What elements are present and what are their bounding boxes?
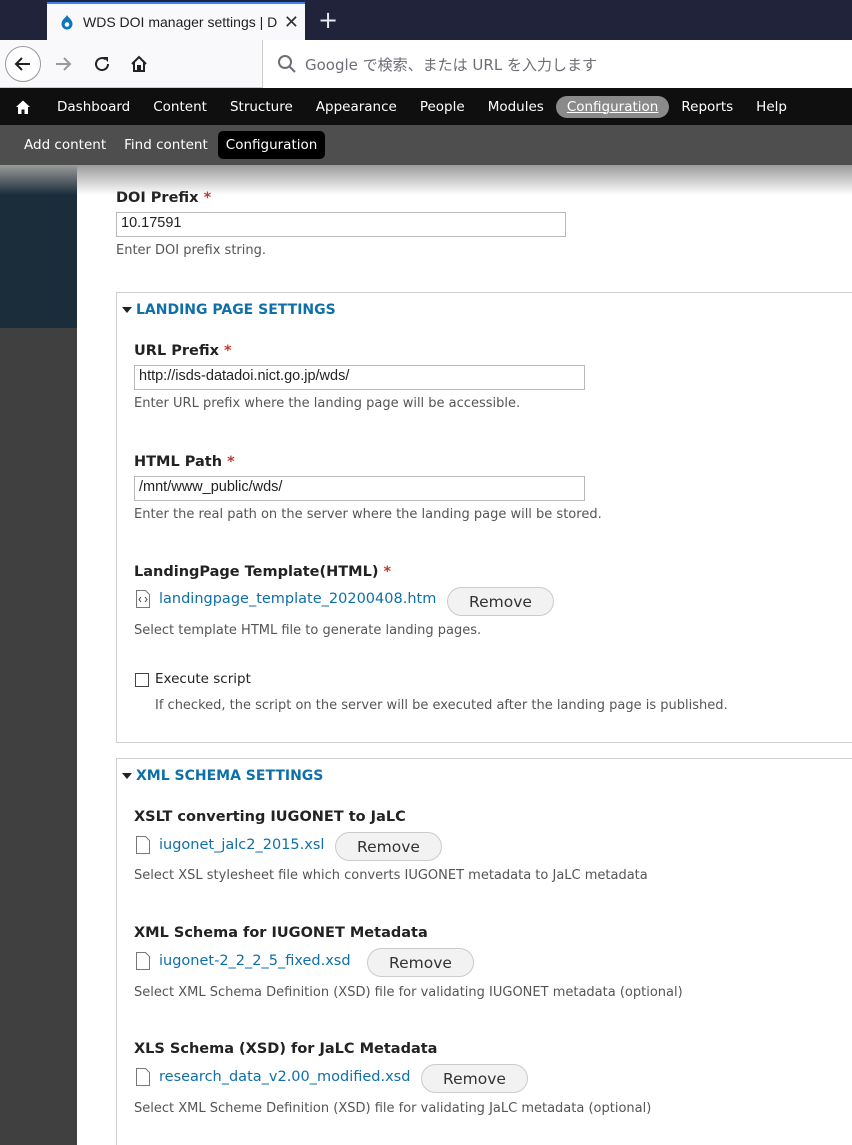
reload-button[interactable] — [84, 46, 120, 82]
landing-page-legend[interactable]: LANDING PAGE SETTINGS — [122, 302, 336, 318]
url-prefix-label: URL Prefix * — [134, 343, 232, 359]
forward-button[interactable] — [45, 46, 81, 82]
iugonet-schema-file-name[interactable]: iugonet-2_2_2_5_fixed.xsd — [159, 953, 351, 969]
reload-icon — [95, 57, 110, 72]
file-icon — [136, 836, 150, 854]
toolbar-item-appearance[interactable]: Appearance — [305, 96, 408, 118]
toolbar-item-content[interactable]: Content — [142, 96, 218, 118]
toolbar-item-reports[interactable]: Reports — [670, 96, 744, 118]
search-icon — [278, 55, 296, 73]
admin-home-tab[interactable] — [0, 88, 46, 125]
xslt-file-name[interactable]: iugonet_jalc2_2015.xsl — [159, 837, 324, 853]
iugonet-schema-description: Select XML Schema Definition (XSD) file … — [134, 985, 683, 1000]
jalc-schema-file-name[interactable]: research_data_v2.00_modified.xsd — [159, 1069, 410, 1085]
browser-tab-strip: WDS DOI manager settings | D ✕ + — [0, 0, 852, 40]
arrow-left-icon — [14, 57, 30, 71]
iugonet-schema-remove-button[interactable]: Remove — [367, 948, 474, 977]
home-icon — [131, 55, 147, 72]
url-placeholder: Google で検索、または URL を入力します — [305, 55, 597, 74]
xslt-remove-button[interactable]: Remove — [335, 832, 442, 861]
iugonet-schema-file-link[interactable]: iugonet-2_2_2_5_fixed.xsd — [136, 952, 351, 970]
jalc-schema-remove-button[interactable]: Remove — [421, 1064, 528, 1093]
jalc-schema-label: XLS Schema (XSD) for JaLC Metadata — [134, 1041, 438, 1057]
toolbar-item-structure[interactable]: Structure — [219, 96, 304, 118]
home-button[interactable] — [121, 46, 157, 82]
shortcut-add-content[interactable]: Add content — [16, 131, 114, 159]
caret-down-icon — [122, 307, 132, 313]
html-path-description: Enter the real path on the server where … — [134, 507, 602, 522]
close-tab-icon[interactable]: ✕ — [284, 12, 299, 33]
doi-prefix-description: Enter DOI prefix string. — [116, 243, 267, 258]
xslt-description: Select XSL stylesheet file which convert… — [134, 868, 648, 883]
doi-prefix-label: DOI Prefix * — [116, 190, 212, 206]
toolbar-item-dashboard[interactable]: Dashboard — [46, 96, 141, 118]
xslt-file-link[interactable]: iugonet_jalc2_2015.xsl — [136, 836, 324, 854]
shortcut-configuration[interactable]: Configuration — [217, 131, 326, 159]
arrow-right-icon — [56, 57, 72, 71]
back-button[interactable] — [5, 46, 41, 82]
admin-toolbar: Dashboard Content Structure Appearance P… — [0, 88, 852, 125]
template-label: LandingPage Template(HTML) * — [134, 564, 392, 580]
file-icon — [136, 952, 150, 970]
toolbar-item-modules[interactable]: Modules — [477, 96, 555, 118]
url-prefix-input[interactable]: http://isds-datadoi.nict.go.jp/wds/ — [134, 365, 585, 390]
jalc-schema-description: Select XML Scheme Definition (XSD) file … — [134, 1101, 652, 1116]
html-path-label: HTML Path * — [134, 454, 235, 470]
left-gutter-header — [0, 165, 77, 328]
toolbar-item-configuration[interactable]: Configuration — [555, 95, 670, 118]
jalc-schema-file-link[interactable]: research_data_v2.00_modified.xsd — [136, 1068, 410, 1086]
html-file-icon — [136, 590, 150, 608]
template-file-name[interactable]: landingpage_template_20200408.htm — [159, 591, 436, 607]
file-icon — [136, 1068, 150, 1086]
home-icon — [16, 100, 30, 114]
template-file-link[interactable]: landingpage_template_20200408.htm — [136, 590, 436, 608]
template-remove-button[interactable]: Remove — [447, 587, 554, 616]
execute-script-label[interactable]: Execute script — [155, 671, 251, 687]
doi-prefix-input[interactable]: 10.17591 — [116, 212, 566, 237]
xslt-label: XSLT converting IUGONET to JaLC — [134, 809, 406, 825]
iugonet-schema-label: XML Schema for IUGONET Metadata — [134, 925, 428, 941]
shortcuts-bar: Add content Find content Configuration — [0, 125, 852, 165]
new-tab-icon[interactable]: + — [318, 6, 338, 34]
toolbar-item-people[interactable]: People — [409, 96, 476, 118]
execute-script-checkbox[interactable] — [135, 673, 149, 687]
caret-down-icon — [122, 773, 132, 779]
url-bar[interactable]: Google で検索、または URL を入力します — [262, 40, 852, 88]
execute-script-description: If checked, the script on the server wil… — [155, 698, 728, 713]
html-path-input[interactable]: /mnt/www_public/wds/ — [134, 476, 585, 501]
browser-tab[interactable]: WDS DOI manager settings | D ✕ — [47, 2, 305, 40]
drupal-favicon-icon — [61, 15, 73, 30]
url-prefix-description: Enter URL prefix where the landing page … — [134, 396, 521, 411]
tab-title: WDS DOI manager settings | D — [83, 14, 278, 30]
xml-schema-legend[interactable]: XML SCHEMA SETTINGS — [122, 768, 323, 784]
browser-nav-bar: Google で検索、または URL を入力します — [0, 40, 852, 88]
shortcut-find-content[interactable]: Find content — [116, 131, 216, 159]
toolbar-item-help[interactable]: Help — [745, 96, 798, 118]
template-description: Select template HTML file to generate la… — [134, 623, 482, 638]
